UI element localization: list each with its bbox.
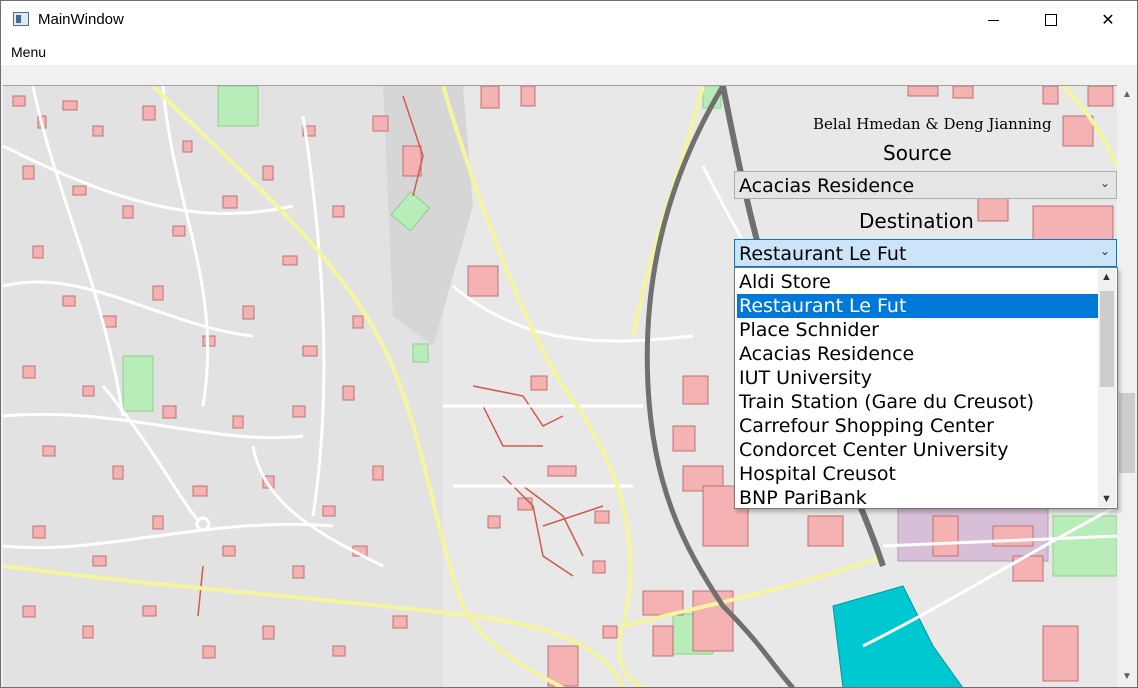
window-title: MainWindow xyxy=(38,11,124,28)
source-value: Acacias Residence xyxy=(739,175,915,197)
dropdown-item[interactable]: Aldi Store xyxy=(737,270,1099,294)
dropdown-scrollbar-thumb[interactable] xyxy=(1100,291,1114,387)
dropdown-item[interactable]: IUT University xyxy=(737,366,1099,390)
scroll-up-icon[interactable]: ▲ xyxy=(1101,271,1112,283)
app-icon xyxy=(13,12,29,26)
destination-value: Restaurant Le Fut xyxy=(739,243,907,265)
authors-label: Belal Hmedan & Deng Jianning xyxy=(813,115,1052,133)
menu-bar: Menu xyxy=(1,39,1137,65)
scroll-down-icon[interactable]: ▼ xyxy=(1121,671,1133,683)
dropdown-item[interactable]: Train Station (Gare du Creusot) xyxy=(737,390,1099,414)
map-vertical-scrollbar[interactable]: ▲ ▼ xyxy=(1117,85,1137,687)
dropdown-item[interactable]: Hospital Creusot xyxy=(737,462,1099,486)
dropdown-item[interactable]: Acacias Residence xyxy=(737,342,1099,366)
maximize-icon xyxy=(1045,14,1057,26)
close-button[interactable]: ✕ xyxy=(1079,1,1137,39)
source-combobox[interactable]: Acacias Residence ⌄ xyxy=(734,171,1117,199)
dropdown-scrollbar[interactable]: ▲ ▼ xyxy=(1098,269,1116,507)
close-icon: ✕ xyxy=(1101,12,1115,29)
dropdown-item[interactable]: Carrefour Shopping Center xyxy=(737,414,1099,438)
dropdown-item[interactable]: BNP PariBank xyxy=(737,486,1099,510)
chevron-down-icon: ⌄ xyxy=(1099,244,1110,258)
dropdown-item-selected[interactable]: Restaurant Le Fut xyxy=(737,294,1099,318)
destination-dropdown-list[interactable]: Aldi Store Restaurant Le Fut Place Schni… xyxy=(734,267,1118,509)
map-scrollbar-thumb[interactable] xyxy=(1119,393,1135,473)
chevron-down-icon: ⌄ xyxy=(1099,176,1110,190)
source-label: Source xyxy=(883,141,952,165)
dropdown-item[interactable]: Condorcet Center University xyxy=(737,438,1099,462)
dropdown-item[interactable]: Place Schnider xyxy=(737,318,1099,342)
minimize-icon xyxy=(987,19,999,21)
scroll-up-icon[interactable]: ▲ xyxy=(1121,89,1133,101)
main-window: MainWindow ✕ Menu ▲ ▼ Belal Hmedan & Den… xyxy=(0,0,1138,688)
title-bar[interactable]: MainWindow ✕ xyxy=(1,1,1137,39)
destination-label: Destination xyxy=(859,209,974,233)
minimize-button[interactable] xyxy=(964,1,1022,39)
scroll-down-icon[interactable]: ▼ xyxy=(1101,493,1112,505)
destination-combobox[interactable]: Restaurant Le Fut ⌄ xyxy=(734,239,1117,267)
maximize-button[interactable] xyxy=(1022,1,1080,39)
menu-item-menu[interactable]: Menu xyxy=(11,44,46,60)
